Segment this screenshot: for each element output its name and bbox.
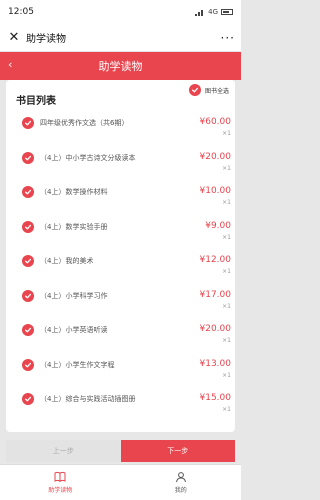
book-item[interactable]: （4上）小学科学习作 ¥17.00 ×1	[6, 285, 235, 320]
book-list-card: 图书全选 书目列表 四年级优秀作文选（共6期） ¥60.00 ×1 （4上）中小…	[6, 80, 235, 432]
book-check-icon[interactable]	[22, 324, 34, 336]
page-title: 助学读物	[98, 60, 143, 73]
bottom-tab-bar: 助学读物 我的	[0, 464, 241, 500]
select-all-label: 图书全选	[204, 87, 229, 95]
tab-mine[interactable]: 我的	[121, 465, 242, 500]
book-check-icon[interactable]	[22, 358, 34, 371]
book-price: ¥15.00	[199, 393, 232, 403]
book-name: （4上）小学科学习作	[40, 291, 108, 300]
list-title: 书目列表	[16, 96, 56, 107]
book-name: （4上）小学生作文字程	[40, 360, 115, 369]
book-name: （4上）数学实验手册	[40, 222, 108, 231]
close-icon[interactable]: ✕	[6, 30, 22, 45]
book-list: 四年级优秀作文选（共6期） ¥60.00 ×1 （4上）中小学古诗文分级读本 ¥…	[6, 112, 235, 423]
status-bar: 12:05 4G	[0, 0, 241, 24]
book-item[interactable]: （4上）综合与实践活动插图册 ¥15.00 ×1	[6, 388, 235, 423]
wechat-nav-bar: ✕ 助学读物 ···	[0, 24, 241, 52]
page-header: ‹ 助学读物	[0, 52, 241, 80]
book-quantity: ×1	[222, 130, 231, 137]
book-name: （4上）数学操作材料	[40, 188, 108, 196]
book-price: ¥17.00	[199, 289, 232, 300]
book-quantity: ×1	[222, 199, 231, 206]
book-name: （4上）综合与实践活动插图册	[40, 395, 136, 403]
more-icon[interactable]: ···	[221, 31, 235, 45]
book-quantity: ×1	[222, 164, 231, 172]
book-name: 四年级优秀作文选（共6期）	[40, 119, 129, 127]
book-check-icon[interactable]	[22, 220, 34, 233]
book-quantity: ×1	[222, 302, 231, 310]
network-type: 4G	[208, 8, 218, 16]
status-icons: 4G	[195, 8, 233, 16]
book-name: （4上）小学英语听读	[40, 326, 108, 334]
book-check-icon[interactable]	[22, 393, 34, 405]
book-quantity: ×1	[222, 268, 231, 275]
book-name: （4上）中小学古诗文分级读本	[40, 153, 136, 162]
select-all-toggle[interactable]: 图书全选	[188, 84, 229, 96]
status-time: 12:05	[8, 7, 34, 17]
book-item[interactable]: 四年级优秀作文选（共6期） ¥60.00 ×1	[6, 112, 235, 147]
tab-label: 我的	[174, 487, 187, 494]
tab-reading[interactable]: 助学读物	[0, 465, 121, 500]
book-check-icon[interactable]	[22, 255, 34, 267]
book-item[interactable]: （4上）小学英语听读 ¥20.00 ×1	[6, 319, 235, 354]
battery-icon	[221, 9, 233, 15]
book-price: ¥13.00	[199, 358, 232, 369]
book-quantity: ×1	[222, 233, 231, 241]
book-item[interactable]: （4上）数学操作材料 ¥10.00 ×1	[6, 181, 235, 216]
book-price: ¥12.00	[199, 255, 232, 265]
book-price: ¥20.00	[199, 151, 232, 162]
webview-title: 助学读物	[26, 34, 66, 45]
book-quantity: ×1	[222, 371, 231, 379]
tab-label: 助学读物	[48, 487, 73, 494]
next-step-button[interactable]: 下一步	[120, 440, 235, 462]
book-price: ¥20.00	[199, 324, 232, 334]
book-name: （4上）我的美术	[40, 257, 94, 265]
book-quantity: ×1	[222, 406, 231, 413]
select-all-check-icon[interactable]	[188, 84, 201, 96]
book-item[interactable]: （4上）数学实验手册 ¥9.00 ×1	[6, 216, 235, 251]
book-item[interactable]: （4上）我的美术 ¥12.00 ×1	[6, 250, 235, 285]
book-check-icon[interactable]	[22, 186, 34, 198]
signal-icon	[195, 9, 205, 16]
book-item[interactable]: （4上）中小学古诗文分级读本 ¥20.00 ×1	[6, 147, 235, 182]
book-price: ¥10.00	[199, 186, 232, 196]
book-price: ¥9.00	[205, 220, 231, 231]
prev-step-button[interactable]: 上一步	[6, 440, 121, 462]
book-icon	[54, 472, 66, 483]
book-quantity: ×1	[222, 337, 231, 344]
book-price: ¥60.00	[199, 117, 232, 127]
book-check-icon[interactable]	[22, 289, 34, 302]
back-icon[interactable]: ‹	[8, 58, 12, 71]
step-buttons: 上一步 下一步	[6, 440, 235, 462]
book-check-icon[interactable]	[22, 117, 34, 129]
book-item[interactable]: （4上）小学生作文字程 ¥13.00 ×1	[6, 354, 235, 389]
book-check-icon[interactable]	[22, 151, 34, 164]
user-icon	[175, 472, 186, 483]
